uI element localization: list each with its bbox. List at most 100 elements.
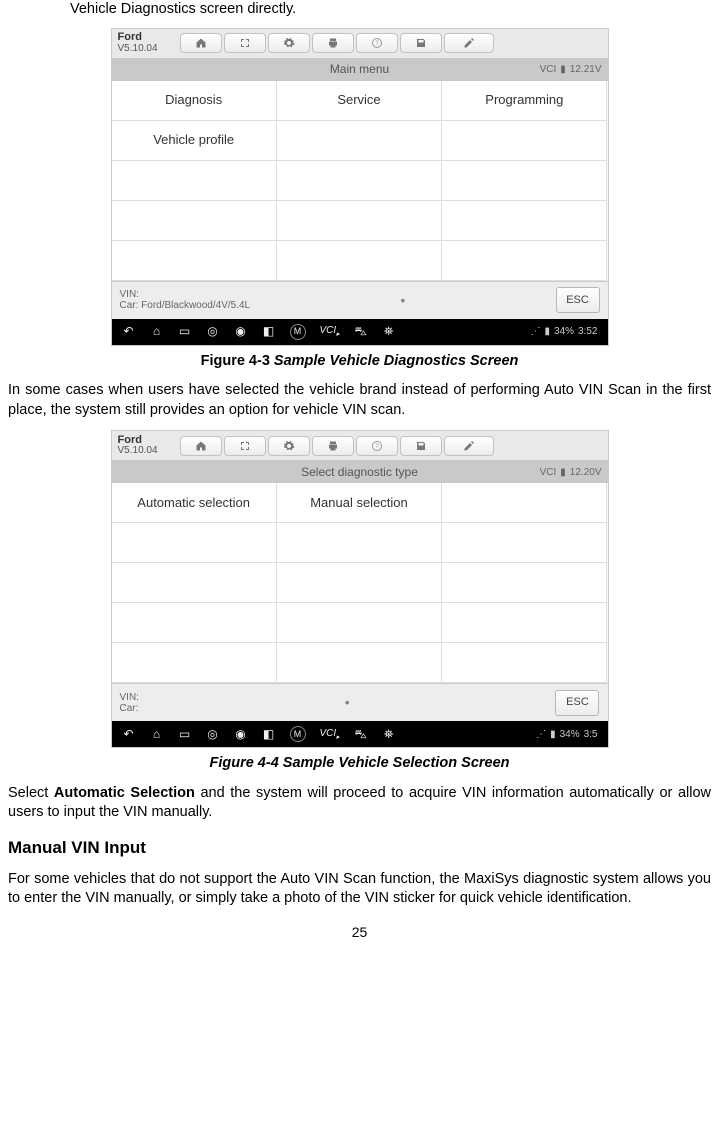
footer-bar: VIN: Car: Ford/Blackwood/4V/5.4L • ESC bbox=[112, 281, 608, 319]
svg-text:?: ? bbox=[375, 444, 379, 450]
menu-diagnosis[interactable]: Diagnosis bbox=[112, 81, 277, 121]
people-icon[interactable]: ⛯ bbox=[382, 325, 396, 339]
status-vci: VCI ▮ 12.21V bbox=[540, 63, 602, 77]
sound-icon[interactable]: ◧ bbox=[262, 325, 276, 339]
footer-info: VIN: Car: Ford/Blackwood/4V/5.4L bbox=[120, 289, 251, 311]
vci-nav-icon[interactable]: VCI▸ bbox=[320, 727, 340, 742]
back-icon[interactable]: ↶ bbox=[122, 727, 136, 741]
home-icon[interactable] bbox=[180, 436, 222, 456]
chrome-icon[interactable]: ◎ bbox=[206, 727, 220, 741]
paragraph-1: In some cases when users have selected t… bbox=[8, 381, 711, 420]
empty-cell: . bbox=[442, 241, 607, 281]
recent-icon[interactable]: ▭ bbox=[178, 727, 192, 741]
vci-nav-icon[interactable]: VCI▸ bbox=[320, 324, 340, 339]
empty-cell: . bbox=[442, 523, 607, 563]
empty-cell: . bbox=[112, 563, 277, 603]
paragraph-2: Select Automatic Selection and the syste… bbox=[8, 784, 711, 823]
menu-vehicle-profile[interactable]: Vehicle profile bbox=[112, 121, 277, 161]
empty-cell: . bbox=[277, 241, 442, 281]
empty-cell: . bbox=[112, 161, 277, 201]
selection-grid: Automatic selection Manual selection . .… bbox=[112, 483, 608, 683]
empty-cell: . bbox=[442, 603, 607, 643]
brand-block: Ford V5.10.04 bbox=[118, 435, 178, 457]
empty-cell: . bbox=[277, 603, 442, 643]
footer-bar: VIN: Car: • ESC bbox=[112, 683, 608, 721]
camera-icon[interactable]: ◉ bbox=[234, 727, 248, 741]
figure-4-4-caption: Figure 4-4 Sample Vehicle Selection Scre… bbox=[8, 754, 711, 774]
empty-cell: . bbox=[442, 201, 607, 241]
vin-label: VIN: bbox=[120, 289, 251, 300]
main-menu-grid: Diagnosis Service Programming Vehicle pr… bbox=[112, 81, 608, 281]
gear-icon[interactable] bbox=[268, 33, 310, 53]
page-number: 25 bbox=[8, 923, 711, 942]
gear-icon[interactable] bbox=[268, 436, 310, 456]
empty-cell: . bbox=[112, 241, 277, 281]
empty-cell: . bbox=[112, 643, 277, 683]
help-icon[interactable]: ? bbox=[356, 33, 398, 53]
menu-programming[interactable]: Programming bbox=[442, 81, 607, 121]
people-icon[interactable]: ⛯ bbox=[382, 727, 396, 741]
paragraph-3: For some vehicles that do not support th… bbox=[8, 870, 711, 909]
manual-selection-button[interactable]: Manual selection bbox=[277, 483, 442, 523]
screen-title: Main menu bbox=[330, 61, 389, 77]
svg-text:?: ? bbox=[375, 41, 379, 47]
figure-4-3-screenshot: Ford V5.10.04 ? Main menu VCI ▮ 12.21V D… bbox=[111, 28, 609, 346]
m-icon[interactable]: M bbox=[290, 726, 306, 742]
home-nav-icon[interactable]: ⌂ bbox=[150, 727, 164, 741]
empty-cell: . bbox=[442, 121, 607, 161]
edit-icon[interactable] bbox=[444, 33, 494, 53]
dot-indicator: • bbox=[345, 693, 350, 712]
print-icon[interactable] bbox=[312, 33, 354, 53]
save-icon[interactable] bbox=[400, 33, 442, 53]
android-nav-bar: ↶ ⌂ ▭ ◎ ◉ ◧ M VCI▸ ⛍ ⛯ ⋰ ▮ 34% 3:5 bbox=[112, 721, 608, 747]
empty-cell: . bbox=[442, 161, 607, 201]
home-icon[interactable] bbox=[180, 33, 222, 53]
vin-scan-icon[interactable] bbox=[224, 33, 266, 53]
battery-icon: ▮ bbox=[560, 466, 566, 480]
home-nav-icon[interactable]: ⌂ bbox=[150, 325, 164, 339]
recent-icon[interactable]: ▭ bbox=[178, 325, 192, 339]
esc-button[interactable]: ESC bbox=[555, 690, 599, 716]
manual-vin-input-heading: Manual VIN Input bbox=[8, 837, 711, 860]
car-label: Car: Ford/Blackwood/4V/5.4L bbox=[120, 300, 251, 311]
empty-cell: . bbox=[277, 643, 442, 683]
sound-icon[interactable]: ◧ bbox=[262, 727, 276, 741]
empty-cell: . bbox=[442, 563, 607, 603]
screen-title: Select diagnostic type bbox=[301, 464, 418, 480]
figure-4-4-screenshot: Ford V5.10.04 ? Select diagnostic type V… bbox=[111, 430, 609, 748]
camera-icon[interactable]: ◉ bbox=[234, 325, 248, 339]
back-icon[interactable]: ↶ bbox=[122, 325, 136, 339]
status-right: ⋰ ▮ 34% 3:52 bbox=[531, 325, 598, 339]
vin-label: VIN: bbox=[120, 692, 139, 703]
m-icon[interactable]: M bbox=[290, 324, 306, 340]
battery-status-icon: ▮ bbox=[545, 325, 551, 339]
edit-icon[interactable] bbox=[444, 436, 494, 456]
help-icon[interactable]: ? bbox=[356, 436, 398, 456]
menu-service[interactable]: Service bbox=[277, 81, 442, 121]
car-label: Car: bbox=[120, 703, 139, 714]
status-right: ⋰ ▮ 34% 3:5 bbox=[536, 728, 597, 742]
toolbar: Ford V5.10.04 ? bbox=[112, 29, 608, 59]
automatic-selection-button[interactable]: Automatic selection bbox=[112, 483, 277, 523]
chrome-icon[interactable]: ◎ bbox=[206, 325, 220, 339]
empty-cell: . bbox=[442, 483, 607, 523]
battery-icon: ▮ bbox=[560, 63, 566, 77]
empty-cell: . bbox=[112, 201, 277, 241]
android-nav-bar: ↶ ⌂ ▭ ◎ ◉ ◧ M VCI▸ ⛍ ⛯ ⋰ ▮ 34% 3:52 bbox=[112, 319, 608, 345]
vin-scan-icon[interactable] bbox=[224, 436, 266, 456]
empty-cell: . bbox=[112, 523, 277, 563]
empty-cell: . bbox=[277, 563, 442, 603]
figure-4-3-caption: Figure 4-3 Sample Vehicle Diagnostics Sc… bbox=[8, 352, 711, 372]
screen-title-bar: Select diagnostic type VCI ▮ 12.20V bbox=[112, 461, 608, 483]
screen-title-bar: Main menu VCI ▮ 12.21V bbox=[112, 59, 608, 81]
save-icon[interactable] bbox=[400, 436, 442, 456]
battery-status-icon: ▮ bbox=[550, 728, 556, 742]
toolbar: Ford V5.10.04 ? bbox=[112, 431, 608, 461]
car-nav-icon[interactable]: ⛍ bbox=[354, 727, 368, 741]
print-icon[interactable] bbox=[312, 436, 354, 456]
fragment-line: Vehicle Diagnostics screen directly. bbox=[70, 0, 711, 20]
car-nav-icon[interactable]: ⛍ bbox=[354, 325, 368, 339]
empty-cell: . bbox=[112, 603, 277, 643]
footer-info: VIN: Car: bbox=[120, 692, 139, 714]
esc-button[interactable]: ESC bbox=[556, 287, 600, 313]
